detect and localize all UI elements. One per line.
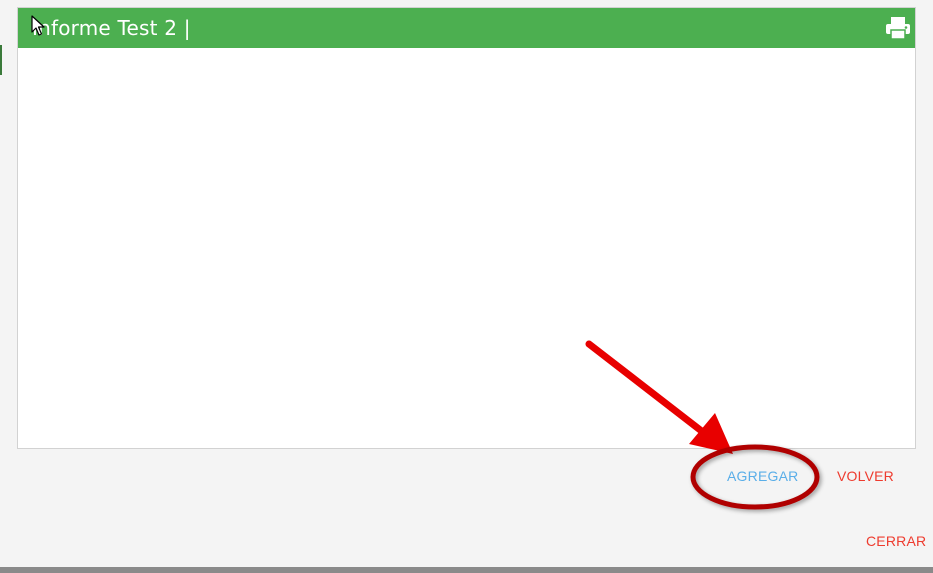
report-panel: Informe Test 2 | [17,7,916,449]
mouse-cursor-icon [31,15,45,36]
panel-content-area [18,48,915,448]
window-edge [0,45,2,75]
dialog-window: Informe Test 2 | AGREGAR VOLVER CERRAR [0,0,933,573]
panel-header: Informe Test 2 | [18,8,915,48]
agregar-button[interactable]: AGREGAR [727,468,798,484]
volver-button[interactable]: VOLVER [837,468,894,484]
cerrar-button[interactable]: CERRAR [866,533,926,549]
window-bottom-edge [0,567,933,573]
print-icon[interactable] [885,16,911,40]
panel-title: Informe Test 2 | [32,16,191,40]
